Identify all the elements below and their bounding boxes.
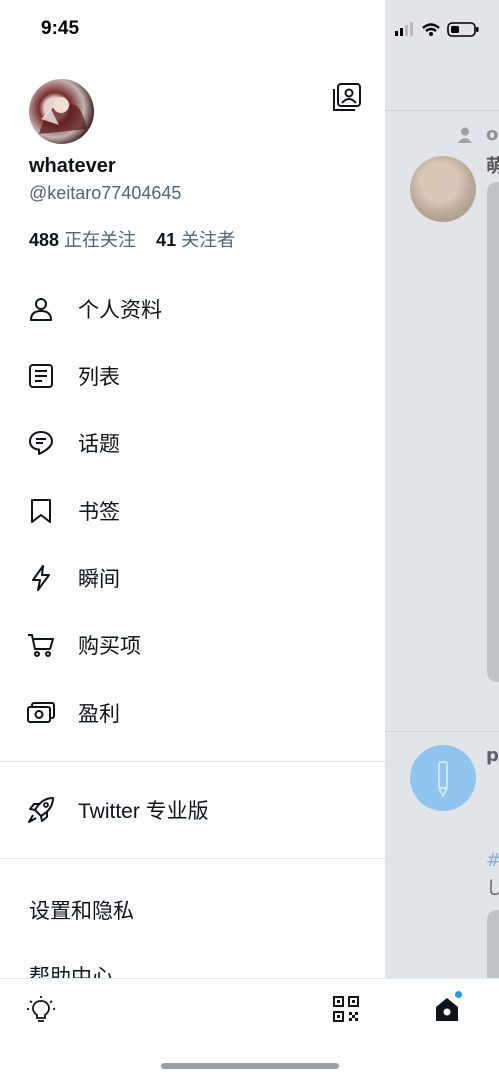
- menu-item-label: 瞬间: [78, 568, 120, 591]
- topics-icon: [26, 428, 56, 458]
- tweet-media: [487, 182, 499, 682]
- home-indicator[interactable]: [161, 1063, 339, 1069]
- menu-item-label: 话题: [78, 433, 120, 456]
- switch-account-icon[interactable]: [332, 82, 362, 112]
- menu-item-label: 购买项: [78, 635, 141, 658]
- user-handle: @keitaro77404645: [29, 183, 182, 203]
- menu-item-label: Twitter 专业版: [78, 800, 209, 823]
- compose-button: [410, 745, 476, 811]
- divider: [0, 858, 385, 859]
- menu-item-profile[interactable]: 个人资料: [0, 281, 385, 337]
- person-icon: [458, 127, 472, 143]
- background-timeline: o 萌 p # し: [385, 0, 499, 1080]
- navigation-drawer: 9:45 whatever @keitaro77404645 488 正在关注 …: [0, 0, 385, 1081]
- tweet-text-fragment: し: [486, 878, 499, 899]
- tweet-text-fragment: 萌: [486, 156, 499, 177]
- profile-avatar[interactable]: [29, 79, 94, 144]
- followers-label: 关注者: [181, 230, 236, 250]
- bookmark-icon: [26, 496, 56, 526]
- follow-stats: 488 正在关注 41 关注者: [29, 226, 235, 252]
- status-time: 9:45: [41, 18, 80, 39]
- help-center-label: 帮助中心: [29, 966, 113, 978]
- menu-item-topics[interactable]: 话题: [0, 415, 385, 471]
- menu-item-label: 个人资料: [78, 299, 162, 322]
- notification-dot: [455, 991, 462, 998]
- menu-item-moments[interactable]: 瞬间: [0, 550, 385, 606]
- menu-item-bookmarks[interactable]: 书签: [0, 483, 385, 539]
- lightbulb-icon[interactable]: [26, 995, 56, 1025]
- following-link[interactable]: 488 正在关注: [29, 230, 136, 250]
- status-indicators: [393, 20, 491, 38]
- person-icon: [26, 294, 56, 324]
- menu-item-twitter-pro[interactable]: Twitter 专业版: [0, 782, 385, 838]
- following-count: 488: [29, 230, 60, 250]
- hashtag-fragment: #: [486, 850, 499, 871]
- qr-code-icon[interactable]: [333, 996, 359, 1022]
- home-icon: [436, 998, 458, 1021]
- followers-count: 41: [156, 230, 177, 250]
- rocket-icon: [26, 795, 56, 825]
- menu-item-label: 盈利: [78, 703, 120, 726]
- settings-privacy-link[interactable]: 设置和隐私: [29, 895, 134, 925]
- menu-item-purchases[interactable]: 购买项: [0, 617, 385, 673]
- list-icon: [26, 361, 56, 391]
- tab-bar: [385, 978, 499, 1080]
- menu-item-monetization[interactable]: 盈利: [0, 685, 385, 741]
- display-name[interactable]: whatever: [29, 155, 116, 178]
- pencil-icon: [438, 761, 448, 799]
- avatar: [410, 156, 476, 222]
- following-label: 正在关注: [64, 230, 137, 250]
- money-icon: [26, 698, 56, 728]
- divider: [385, 110, 499, 111]
- divider: [385, 731, 499, 732]
- cart-icon: [26, 630, 56, 660]
- lightning-icon: [26, 563, 56, 593]
- menu-item-label: 列表: [78, 366, 120, 389]
- help-center-link[interactable]: 帮助中心: [0, 960, 385, 978]
- followers-link[interactable]: 41 关注者: [156, 230, 235, 250]
- menu-item-lists[interactable]: 列表: [0, 348, 385, 404]
- divider: [0, 761, 385, 762]
- tweet-author-fragment: o: [486, 124, 499, 145]
- tweet-author-fragment: p: [486, 745, 499, 766]
- menu-item-label: 书签: [78, 501, 120, 524]
